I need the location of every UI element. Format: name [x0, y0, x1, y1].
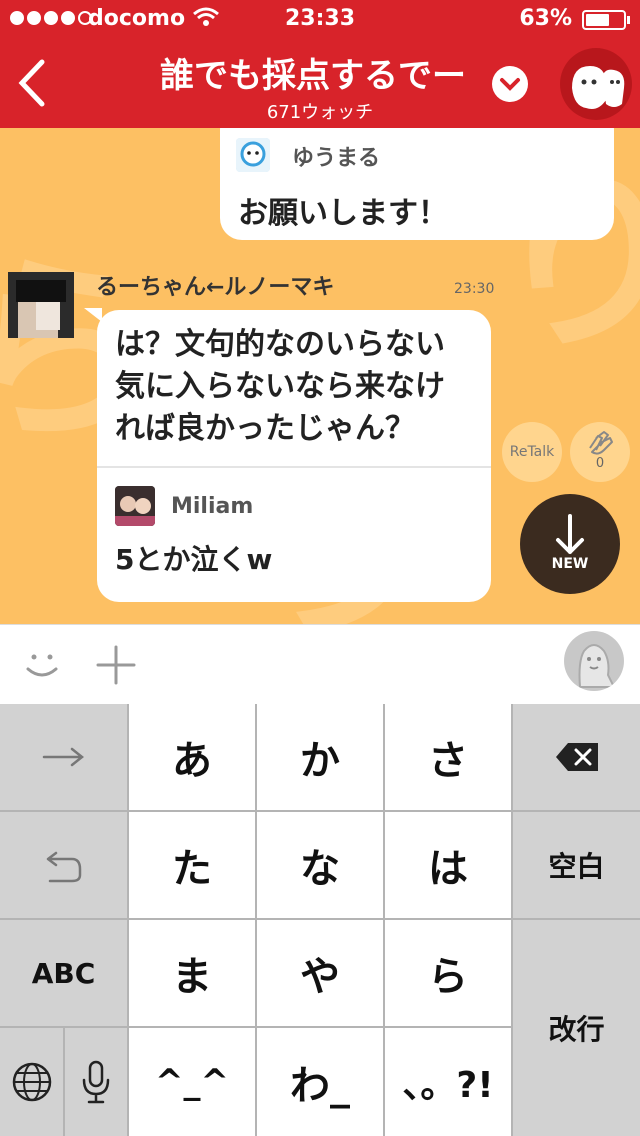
new-label: NEW: [551, 556, 589, 572]
chevron-down-icon: [500, 78, 520, 91]
kana-key-ha[interactable]: は: [385, 812, 511, 918]
space-key[interactable]: 空白: [513, 812, 640, 918]
message-line: れば良かったじゃん？: [115, 411, 415, 446]
kana-key-na[interactable]: な: [257, 812, 383, 918]
chat-title[interactable]: 誰でも採点するでー: [160, 48, 490, 94]
undo-icon: [46, 851, 81, 883]
undo-key[interactable]: [0, 812, 127, 918]
quote-user-name: Miliam: [171, 494, 254, 519]
mic-icon: [82, 1060, 110, 1104]
arrow-down-icon: [556, 514, 584, 554]
battery-icon: [582, 10, 626, 30]
clap-button[interactable]: 0: [570, 422, 630, 482]
sender-avatar[interactable]: [8, 272, 74, 338]
message-bubble[interactable]: は？文句的なのいらない 気に入らないなら来なけ れば良かったじゃん？ Milia…: [97, 310, 491, 602]
quoted-user-name: ゆうまる: [292, 146, 381, 171]
battery-percent: 63%: [519, 6, 572, 31]
japanese-keyboard: ABC あ か さ た な は ま や ら ^_^ わ_ 、。?! 空白 改行: [0, 704, 640, 1136]
retalk-button[interactable]: ReTalk: [502, 422, 562, 482]
sticker-button[interactable]: [22, 645, 62, 685]
message-text: は？文句的なのいらない 気に入らないなら来なけ れば良かったじゃん？: [115, 324, 475, 450]
mic-key[interactable]: [65, 1028, 127, 1136]
quote-text: 5とか泣くw: [115, 543, 273, 576]
abc-key[interactable]: ABC: [0, 920, 127, 1026]
message-line: は？文句的なのいらない: [115, 327, 445, 362]
quoted-user-avatar: [236, 138, 270, 172]
kana-key-a[interactable]: あ: [129, 704, 255, 810]
kana-key-ya[interactable]: や: [257, 920, 383, 1026]
group-avatar[interactable]: [560, 48, 632, 120]
kaomoji-key[interactable]: ^_^: [129, 1028, 255, 1136]
enter-key[interactable]: 改行: [513, 920, 640, 1136]
punctuation-key[interactable]: 、。?!: [385, 1028, 511, 1136]
battery-fill: [586, 14, 609, 26]
chat-area[interactable]: ら う り ゆうまる お願いします！ るーちゃん←ルノーマキ 23:30 は？文…: [0, 128, 640, 624]
globe-icon: [12, 1062, 51, 1102]
app-screen: docomo 23:33 63% 誰でも採点するでー 671ウォッチ ら り ゆ…: [0, 0, 640, 1136]
smiley-icon: [26, 654, 58, 677]
clap-count: 0: [595, 456, 605, 471]
title-dropdown-button[interactable]: [492, 66, 528, 102]
quote-divider: [97, 466, 491, 468]
backspace-icon: [555, 743, 598, 771]
input-bar: [0, 624, 640, 705]
new-messages-button[interactable]: NEW: [520, 494, 620, 594]
kana-key-ta[interactable]: た: [129, 812, 255, 918]
battery-tip: [627, 16, 630, 24]
message-line: 気に入らないなら来なけ: [115, 369, 445, 404]
globe-key[interactable]: [0, 1028, 63, 1136]
kana-key-sa[interactable]: さ: [385, 704, 511, 810]
clap-icon: [589, 431, 613, 455]
arrow-right-icon: [42, 747, 84, 767]
kana-key-ra[interactable]: ら: [385, 920, 511, 1026]
message-time: 23:30: [454, 281, 495, 297]
kana-key-ka[interactable]: か: [257, 704, 383, 810]
kana-key-wa[interactable]: わ_: [257, 1028, 383, 1136]
delete-key[interactable]: [513, 704, 640, 810]
ghost-mascot-icon: [572, 66, 625, 109]
sender-name: るーちゃん←ルノーマキ: [96, 275, 335, 300]
cursor-right-key[interactable]: [0, 704, 127, 810]
kana-key-ma[interactable]: ま: [129, 920, 255, 1026]
attach-button[interactable]: [96, 645, 136, 685]
quote-user-avatar: [115, 486, 155, 526]
plus-icon: [96, 645, 136, 685]
previous-message-text: お願いします！: [238, 196, 448, 231]
previous-message-bubble[interactable]: ゆうまる お願いします！: [220, 128, 614, 240]
profile-icon: [578, 644, 616, 688]
profile-button[interactable]: [564, 631, 624, 691]
watch-count: 671ウォッチ: [266, 102, 374, 123]
chat-header: docomo 23:33 63% 誰でも採点するでー 671ウォッチ: [0, 0, 640, 128]
status-bar: docomo 23:33 63%: [0, 0, 640, 40]
